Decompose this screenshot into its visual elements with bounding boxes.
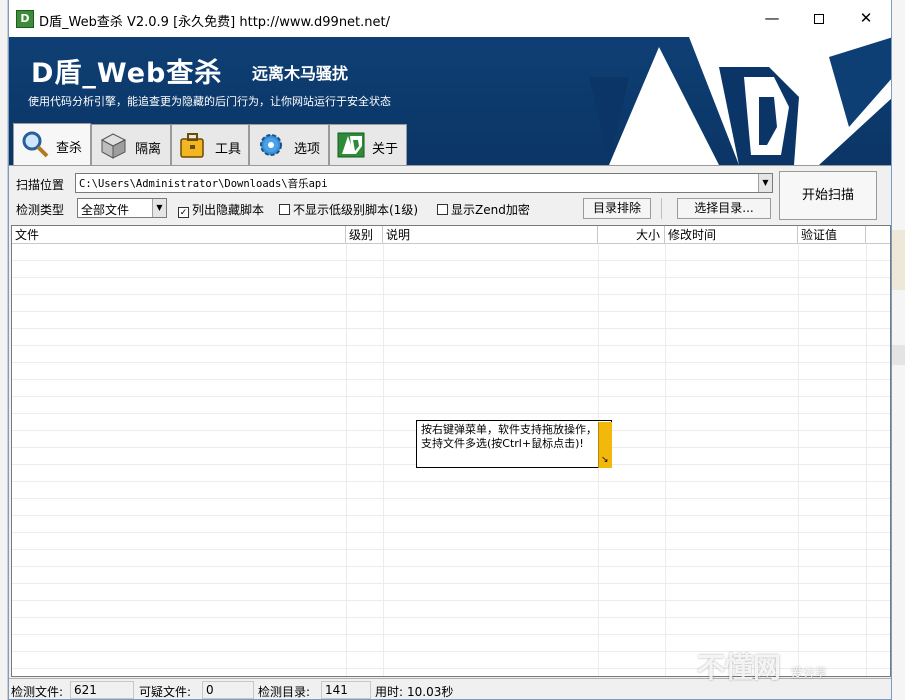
status-time-value: 10.03秒 xyxy=(407,685,454,699)
chevron-down-icon[interactable]: ▼ xyxy=(758,174,772,192)
exclude-dirs-button[interactable]: 目录排除 xyxy=(583,198,651,219)
checkbox-checked-icon: ✓ xyxy=(178,207,189,218)
choose-dir-button[interactable]: 选择目录... xyxy=(677,198,771,219)
tooltip-corner: ↘ xyxy=(598,422,612,468)
status-dirs-label: 检测目录: xyxy=(258,685,311,699)
start-scan-button[interactable]: 开始扫描 xyxy=(779,171,877,220)
resize-arrow-icon: ↘ xyxy=(601,455,609,465)
tab-tools-label: 工具 xyxy=(215,142,242,157)
column-divider xyxy=(346,244,347,676)
scan-path-value: C:\Users\Administrator\Downloads\音乐api xyxy=(79,178,328,190)
hide-lowlevel-checkbox[interactable]: 不显示低级别脚本(1级) xyxy=(279,201,418,218)
status-dirs-value: 141 xyxy=(321,681,371,699)
tab-options-label: 选项 xyxy=(294,142,321,157)
hint-tooltip: 按右键弹菜单，软件支持拖放操作，支持文件多选(按Ctrl+鼠标点击)! ↘ xyxy=(416,420,612,468)
show-hidden-checkbox[interactable]: ✓ 列出隐藏脚本 xyxy=(178,201,264,218)
background-desktop-right xyxy=(892,0,905,700)
minimize-button[interactable]: — xyxy=(749,0,795,37)
box-icon xyxy=(100,133,127,159)
status-suspect-label: 可疑文件: xyxy=(139,685,192,699)
watermark-sub: 爱分享 xyxy=(790,666,827,680)
status-time-label: 用时: xyxy=(375,685,404,699)
detect-type-label: 检测类型 xyxy=(16,203,65,217)
tab-scan[interactable]: 查杀 xyxy=(13,123,91,165)
col-header-file[interactable]: 文件 xyxy=(12,226,346,244)
d-shield-logo-icon xyxy=(589,37,891,165)
show-zend-checkbox[interactable]: 显示Zend加密 xyxy=(437,201,530,218)
chevron-down-icon[interactable]: ▼ xyxy=(152,199,166,217)
col-header-level[interactable]: 级别 xyxy=(346,226,383,244)
hint-tooltip-text: 按右键弹菜单，软件支持拖放操作，支持文件多选(按Ctrl+鼠标点击)! xyxy=(421,423,597,450)
status-files-value: 621 xyxy=(70,681,134,699)
col-header-mtime[interactable]: 修改时间 xyxy=(665,226,798,244)
column-divider xyxy=(665,244,666,676)
gear-icon xyxy=(260,134,282,156)
close-button[interactable]: ✕ xyxy=(843,0,889,37)
checkbox-icon xyxy=(279,204,290,215)
column-divider xyxy=(798,244,799,676)
briefcase-icon xyxy=(180,133,204,158)
window-title: D盾_Web查杀 V2.0.9 [永久免费] http://www.d99net… xyxy=(39,15,391,30)
col-header-size[interactable]: 大小 xyxy=(598,226,665,244)
banner-subtitle: 远离木马骚扰 xyxy=(252,64,349,83)
detect-type-value: 全部文件 xyxy=(81,203,130,217)
background-desktop-left xyxy=(0,0,8,700)
maximize-icon xyxy=(814,13,824,24)
banner-description: 使用代码分析引擎，能追查更为隐藏的后门行为，让你网站运行于安全状态 xyxy=(28,95,391,108)
column-divider xyxy=(866,244,867,676)
tab-tools[interactable]: 工具 xyxy=(171,124,249,165)
detect-type-select[interactable]: 全部文件 ▼ xyxy=(77,198,167,218)
scan-path-label: 扫描位置 xyxy=(16,178,65,192)
checkbox-icon xyxy=(437,204,448,215)
col-header-desc[interactable]: 说明 xyxy=(383,226,598,244)
scan-path-combobox[interactable]: C:\Users\Administrator\Downloads\音乐api ▼ xyxy=(75,173,773,193)
banner-title: D盾_Web查杀 xyxy=(31,58,223,89)
show-zend-label: 显示Zend加密 xyxy=(451,203,530,217)
tab-quarantine-label: 隔离 xyxy=(135,142,162,157)
title-bar[interactable]: D D盾_Web查杀 V2.0.9 [永久免费] http://www.d99n… xyxy=(9,0,891,37)
scan-panel: 扫描位置 C:\Users\Administrator\Downloads\音乐… xyxy=(9,165,891,227)
table-header: 文件 级别 说明 大小 修改时间 验证值 xyxy=(12,226,890,244)
col-header-hash[interactable]: 验证值 xyxy=(798,226,866,244)
hide-lowlevel-label: 不显示低级别脚本(1级) xyxy=(293,203,418,217)
toolbar-separator xyxy=(661,198,662,219)
tab-scan-label: 查杀 xyxy=(56,141,83,156)
tab-about[interactable]: 关于 xyxy=(329,124,407,165)
tab-about-label: 关于 xyxy=(372,142,399,157)
d-logo-icon xyxy=(337,132,365,158)
status-files-label: 检测文件: xyxy=(11,685,64,699)
watermark-text: 不懂网 xyxy=(697,651,782,684)
show-hidden-label: 列出隐藏脚本 xyxy=(192,203,265,217)
app-icon: D xyxy=(16,10,34,28)
magnifier-icon xyxy=(22,131,49,158)
maximize-button[interactable] xyxy=(796,0,842,37)
tab-options[interactable]: 选项 xyxy=(249,124,329,165)
app-window: D D盾_Web查杀 V2.0.9 [永久免费] http://www.d99n… xyxy=(8,0,892,700)
column-divider xyxy=(383,244,384,676)
watermark: 不懂网 爱分享 xyxy=(697,646,827,686)
status-suspect-value: 0 xyxy=(202,681,254,699)
tab-quarantine[interactable]: 隔离 xyxy=(91,124,171,165)
